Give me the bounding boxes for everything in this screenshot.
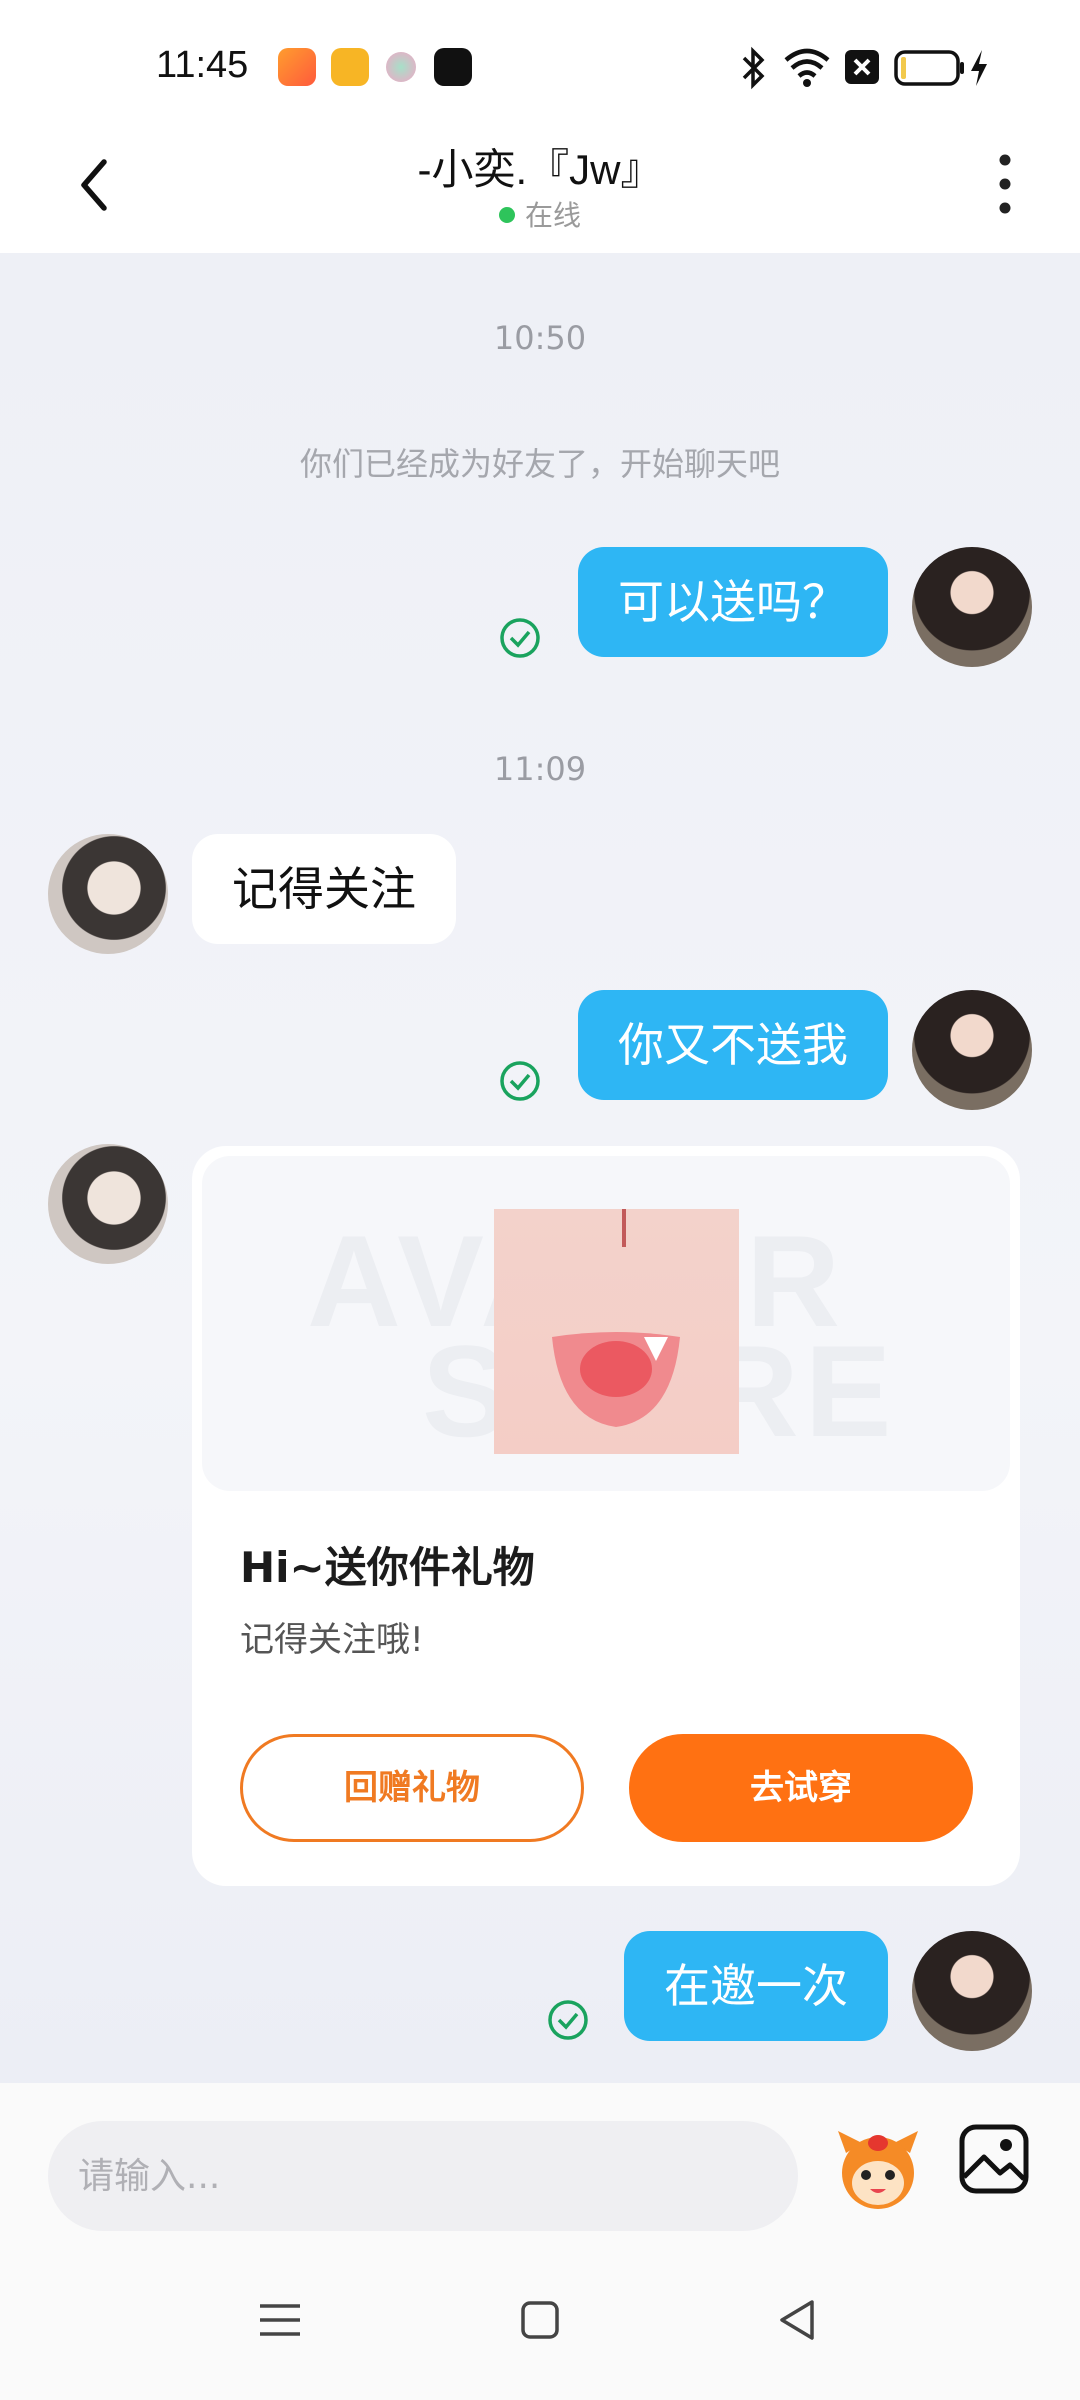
outgoing-message[interactable]: 在邀一次: [624, 1931, 888, 2041]
chat-area[interactable]: 10:50 你们已经成为好友了，开始聊天吧 可以送吗？ 11:09 记得关注 你…: [0, 253, 1080, 2083]
incoming-message[interactable]: 记得关注: [192, 834, 456, 944]
gift-lips-graphic: [552, 1209, 680, 1427]
read-check-icon: [500, 618, 540, 658]
my-avatar[interactable]: [912, 1931, 1032, 2051]
system-navbar: [0, 2240, 1080, 2400]
time-stamp: 11:09: [493, 750, 587, 788]
outgoing-message[interactable]: 可以送吗？: [578, 547, 888, 657]
contact-name: -小奕.『Jw』: [417, 146, 663, 193]
outgoing-message[interactable]: 你又不送我: [578, 990, 888, 1100]
status-time: 11:45: [156, 44, 249, 86]
charging-icon: [971, 50, 987, 86]
home-icon[interactable]: [510, 2290, 570, 2350]
read-check-icon: [548, 2000, 588, 2040]
online-status: 在线: [0, 194, 1080, 234]
sim-off-icon: [845, 50, 879, 84]
battery-icon: [894, 50, 964, 86]
dot-app-icon: [386, 52, 416, 82]
image-picker-icon[interactable]: [958, 2123, 1030, 2195]
contact-avatar[interactable]: [48, 1144, 168, 1264]
read-check-icon: [500, 1061, 540, 1101]
chat-header: -小奕.『Jw』 在线: [0, 100, 1080, 253]
gift-subtitle: 记得关注哦!: [240, 1620, 424, 1660]
contact-avatar[interactable]: [48, 834, 168, 954]
online-dot-icon: [498, 207, 515, 223]
gift-title: Hi~送你件礼物: [240, 1543, 535, 1592]
more-options-icon[interactable]: [990, 152, 1020, 216]
system-message: 你们已经成为好友了，开始聊天吧: [299, 445, 780, 483]
gift-item-image[interactable]: [494, 1209, 739, 1454]
try-on-button[interactable]: 去试穿: [629, 1734, 973, 1842]
return-gift-button[interactable]: 回赠礼物: [240, 1734, 584, 1842]
mascot-emoji-icon[interactable]: [832, 2123, 924, 2215]
menu-icon[interactable]: [250, 2290, 310, 2350]
gift-card[interactable]: AVATAR STORE Hi~送你件礼物 记得关注哦! 回赠礼物 去试穿: [192, 1146, 1020, 1886]
bluetooth-icon: [742, 46, 765, 90]
gift-preview: AVATAR STORE: [202, 1156, 1010, 1491]
capcut-app-icon: [434, 48, 472, 86]
back-triangle-icon[interactable]: [768, 2290, 828, 2350]
video-app-icon: [278, 48, 316, 86]
message-input[interactable]: [48, 2121, 798, 2231]
time-stamp: 10:50: [493, 319, 587, 357]
input-bar: [0, 2083, 1080, 2240]
online-status-label: 在线: [524, 199, 581, 232]
gift-app-icon: [331, 48, 369, 86]
my-avatar[interactable]: [912, 547, 1032, 667]
my-avatar[interactable]: [912, 990, 1032, 1110]
wifi-icon: [784, 48, 830, 87]
